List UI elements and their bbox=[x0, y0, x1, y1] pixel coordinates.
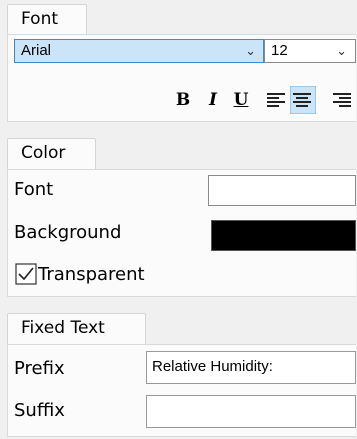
suffix-input[interactable] bbox=[146, 395, 356, 428]
bold-button[interactable]: B bbox=[170, 86, 196, 114]
italic-button[interactable]: I bbox=[200, 86, 226, 114]
font-size-select[interactable]: 12 ⌄ bbox=[264, 39, 356, 63]
align-right-icon[interactable] bbox=[333, 90, 353, 110]
bold-label: B bbox=[175, 90, 191, 110]
font-family-value: Arial bbox=[21, 42, 52, 59]
align-left-icon[interactable] bbox=[267, 90, 287, 110]
font-color-label: Font bbox=[14, 179, 54, 200]
prefix-label: Prefix bbox=[14, 358, 65, 379]
font-size-value: 12 bbox=[271, 42, 288, 59]
underline-button[interactable]: U bbox=[228, 86, 254, 114]
chevron-down-icon: ⌄ bbox=[245, 43, 256, 58]
tab-fixed-text[interactable]: Fixed Text bbox=[7, 313, 146, 345]
align-center-icon bbox=[293, 90, 313, 110]
checkbox-checked-icon bbox=[15, 263, 37, 285]
font-family-select[interactable]: Arial ⌄ bbox=[14, 39, 264, 63]
tab-fixed-text-label: Fixed Text bbox=[21, 318, 105, 338]
transparent-checkbox[interactable] bbox=[15, 263, 37, 285]
prefix-input[interactable]: Relative Humidity: bbox=[146, 351, 356, 384]
tab-color-label: Color bbox=[21, 143, 66, 163]
chevron-down-icon: ⌄ bbox=[336, 43, 347, 58]
background-color-label: Background bbox=[14, 222, 122, 243]
tab-color[interactable]: Color bbox=[7, 138, 96, 170]
prefix-value: Relative Humidity: bbox=[152, 358, 273, 375]
font-color-swatch[interactable] bbox=[208, 175, 356, 206]
underline-label: U bbox=[233, 90, 249, 110]
transparent-label: Transparent bbox=[38, 264, 145, 285]
suffix-label: Suffix bbox=[14, 400, 65, 421]
tab-font-label: Font bbox=[21, 9, 59, 29]
background-color-swatch[interactable] bbox=[211, 220, 356, 251]
tab-font[interactable]: Font bbox=[7, 4, 87, 35]
italic-label: I bbox=[209, 90, 217, 110]
